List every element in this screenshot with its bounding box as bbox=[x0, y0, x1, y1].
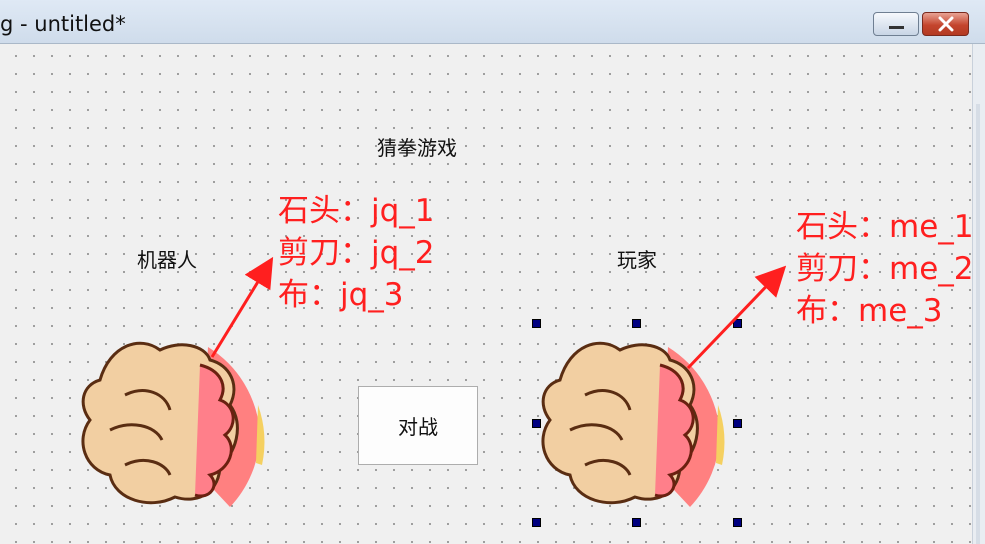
robot-annotation-line: 布：jq_3 bbox=[278, 277, 404, 313]
fist-glove-icon bbox=[81, 341, 265, 507]
fist-glove-icon bbox=[541, 341, 725, 507]
robot-label[interactable]: 机器人 bbox=[137, 244, 197, 273]
selection-handle-bottom-right[interactable] bbox=[733, 518, 742, 527]
battle-button-label: 对战 bbox=[398, 415, 438, 439]
title-bar: g - untitled* bbox=[0, 0, 985, 44]
window-title: g - untitled* bbox=[0, 12, 126, 36]
battle-button[interactable]: 对战 bbox=[358, 386, 478, 465]
robot-annotation-line: 剪刀：jq_2 bbox=[278, 235, 435, 271]
player-hand-image[interactable] bbox=[530, 325, 735, 515]
selection-handle-bottom[interactable] bbox=[632, 518, 641, 527]
player-annotation-line: 布：me_3 bbox=[796, 293, 943, 329]
player-annotation: 石头：me_1 剪刀：me_2 布：me_3 bbox=[796, 206, 974, 332]
player-annotation-line: 剪刀：me_2 bbox=[796, 251, 974, 287]
minimize-button[interactable] bbox=[873, 12, 919, 36]
robot-annotation: 石头：jq_1 剪刀：jq_2 布：jq_3 bbox=[278, 190, 435, 316]
robot-annotation-line: 石头：jq_1 bbox=[278, 193, 435, 229]
selection-handle-right[interactable] bbox=[733, 419, 742, 428]
selection-handle-top-right[interactable] bbox=[733, 319, 742, 328]
selection-handle-top[interactable] bbox=[632, 319, 641, 328]
robot-hand-image[interactable] bbox=[70, 325, 275, 515]
player-annotation-line: 石头：me_1 bbox=[796, 209, 974, 245]
selection-handle-bottom-left[interactable] bbox=[532, 518, 541, 527]
selection-handle-left[interactable] bbox=[532, 419, 541, 428]
player-label[interactable]: 玩家 bbox=[617, 244, 657, 273]
selection-handle-top-left[interactable] bbox=[532, 319, 541, 328]
heading-label[interactable]: 猜拳游戏 bbox=[377, 132, 457, 161]
close-icon bbox=[938, 16, 954, 32]
close-button[interactable] bbox=[922, 12, 969, 36]
window-right-border bbox=[972, 44, 985, 544]
